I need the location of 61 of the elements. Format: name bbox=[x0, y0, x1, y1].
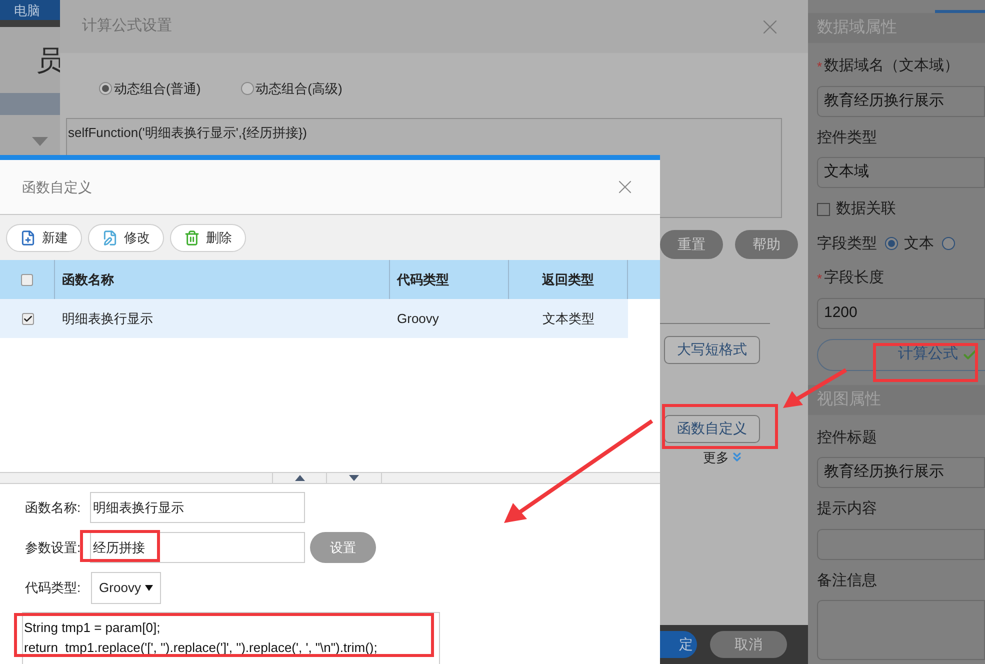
input-field[interactable]: 文本域 bbox=[817, 157, 985, 188]
header-band bbox=[0, 93, 60, 115]
field-label: 备注信息 bbox=[817, 570, 877, 590]
toolbar-strip bbox=[0, 20, 60, 27]
action-button[interactable]: 重置 bbox=[660, 230, 723, 258]
table-cell-text: 明细表换行显示 bbox=[61, 310, 154, 328]
more-link[interactable]: 更多 bbox=[703, 448, 729, 467]
input-field[interactable]: 明细表换行显示 bbox=[90, 492, 305, 523]
action-button[interactable]: 帮助 bbox=[735, 230, 798, 258]
table-row[interactable]: 明细表换行显示 Groovy 文本类型 bbox=[0, 299, 628, 338]
new-file-icon bbox=[20, 230, 36, 246]
expand-down-icon[interactable] bbox=[349, 475, 359, 481]
toolbar-button[interactable]: 修改 bbox=[88, 224, 164, 252]
dropdown-arrow-icon bbox=[144, 585, 153, 591]
dropdown-arrow-icon bbox=[32, 137, 48, 146]
set-button[interactable]: 设置 bbox=[310, 532, 376, 563]
input-field[interactable]: 教育经历换行展示 bbox=[817, 457, 985, 488]
field-label: 字段类型 bbox=[817, 234, 877, 254]
radio-label: 动态组合(高级) bbox=[256, 80, 342, 98]
code-line: String tmp1 = param[0]; bbox=[24, 619, 162, 637]
footer-button[interactable]: 取消 bbox=[710, 631, 787, 658]
dialog-title: 计算公式设置 bbox=[82, 16, 172, 36]
top-bar-label: 电脑 bbox=[14, 4, 40, 16]
select-field[interactable]: Groovy bbox=[91, 572, 161, 604]
radio-button[interactable] bbox=[99, 82, 112, 96]
input-field[interactable]: 经历拼接 bbox=[90, 532, 305, 563]
code-editor[interactable]: String tmp1 = param[0]; return tmp1.replace('[', '').replace(']', '').replace(', ', "\n").trim(); bbox=[22, 612, 440, 664]
radio-button[interactable] bbox=[240, 82, 254, 96]
arrow bbox=[783, 368, 848, 408]
field-label: 控件标题 bbox=[817, 428, 877, 448]
toolbar-button[interactable]: 删除 bbox=[170, 224, 246, 252]
field-label: 提示内容 bbox=[817, 499, 877, 519]
collapse-up-icon[interactable] bbox=[294, 475, 304, 481]
double-chevron-icon bbox=[730, 450, 744, 464]
field-label: 数据域名（文本域） bbox=[824, 56, 960, 76]
code-line: return tmp1.replace('[', '').replace(']', '').replace(', ', "\n").trim(); bbox=[24, 639, 378, 657]
input-field[interactable]: 教育经历换行展示 bbox=[817, 86, 985, 116]
radio-button[interactable] bbox=[942, 237, 955, 250]
radio-label: 文本 bbox=[904, 234, 934, 254]
checkbox[interactable] bbox=[817, 202, 830, 216]
field-label: 字段长度 bbox=[824, 268, 884, 288]
table-cell-text: Groovy bbox=[396, 310, 440, 328]
radio-label: 动态组合(普通) bbox=[114, 80, 201, 98]
field-label: 控件类型 bbox=[817, 128, 877, 148]
form-label: 函数名称: bbox=[25, 498, 82, 517]
trash-icon bbox=[184, 230, 200, 246]
tool-button[interactable]: 函数自定义 bbox=[664, 414, 760, 442]
required-mark: * bbox=[817, 270, 822, 288]
radio-button[interactable] bbox=[885, 237, 898, 250]
checkbox-label: 数据关联 bbox=[836, 199, 896, 219]
dialog-title: 函数自定义 bbox=[22, 178, 92, 196]
input-field[interactable]: 1200 bbox=[817, 298, 985, 328]
table-cell-text: 文本类型 bbox=[542, 310, 596, 328]
form-label: 代码类型: bbox=[25, 579, 82, 598]
checkbox[interactable] bbox=[22, 312, 34, 324]
form-label: 参数设置: bbox=[25, 538, 82, 557]
tool-button[interactable]: 大写短格式 bbox=[664, 336, 760, 364]
edit-file-icon bbox=[102, 230, 118, 246]
checkbox[interactable] bbox=[21, 274, 33, 286]
required-mark: * bbox=[817, 58, 822, 76]
toolbar-button[interactable]: 新建 bbox=[6, 224, 82, 252]
